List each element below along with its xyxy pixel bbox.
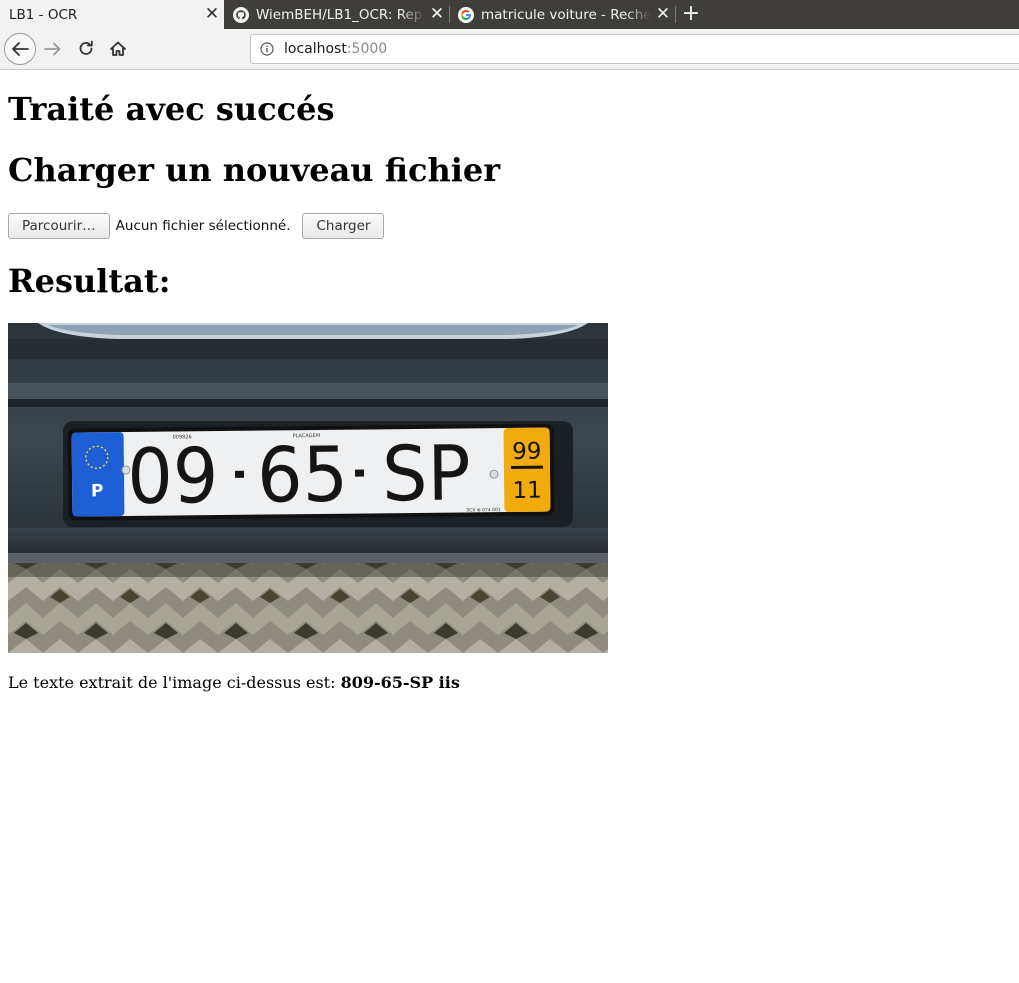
github-icon <box>233 6 249 23</box>
license-plate-image: P 009826 PLACAGEM 09 65 SP 99 11 SCV ⊕ 0… <box>8 323 608 653</box>
plate-year-top: 99 <box>512 439 542 465</box>
upload-heading: Charger un nouveau fichier <box>8 151 501 189</box>
tab-separator <box>675 6 676 23</box>
close-tab-icon[interactable]: ✕ <box>200 0 224 29</box>
reload-icon[interactable] <box>75 38 97 60</box>
result-heading: Resultat: <box>8 262 171 300</box>
plate-separator <box>234 470 245 478</box>
plate-letters: SP <box>382 430 471 519</box>
plate-country-code: P <box>91 481 104 501</box>
result-prefix: Le texte extrait de l'image ci-dessus es… <box>8 673 341 692</box>
forward-button[interactable] <box>42 39 64 59</box>
extracted-plate-text: 809-65-SP iis <box>340 673 460 692</box>
page-content: Traité avec succés Charger un nouveau fi… <box>8 70 1019 983</box>
close-tab-icon[interactable]: ✕ <box>425 0 449 29</box>
tab-title: matricule voiture - Reche <box>481 6 651 23</box>
tab-lb1-ocr[interactable]: LB1 - OCR ✕ <box>0 0 224 29</box>
plate-digits-mid: 65 <box>257 432 349 521</box>
tab-github[interactable]: WiemBEH/LB1_OCR: Rep ✕ <box>224 0 449 29</box>
url-bar[interactable]: localhost:5000 <box>250 34 1019 64</box>
google-icon <box>458 6 474 23</box>
tab-title: LB1 - OCR <box>9 6 78 23</box>
navigation-toolbar: localhost:5000 <box>0 29 1019 70</box>
plate-year-bottom: 11 <box>512 478 542 504</box>
tab-google-search[interactable]: matricule voiture - Reche ✕ <box>449 0 675 29</box>
url-port: :5000 <box>346 41 388 57</box>
plate-separator <box>354 469 365 477</box>
close-tab-icon[interactable]: ✕ <box>651 0 675 29</box>
eu-band <box>71 432 125 517</box>
tab-bar: LB1 - OCR ✕ WiemBEH/LB1_OCR: Rep ✕ matri… <box>0 0 1019 29</box>
browse-button[interactable]: Parcourir… <box>8 213 110 239</box>
upload-button[interactable]: Charger <box>302 213 385 239</box>
url-host: localhost <box>284 41 347 57</box>
home-icon[interactable] <box>107 38 129 60</box>
result-text: Le texte extrait de l'image ci-dessus es… <box>8 673 460 692</box>
new-tab-button[interactable]: + <box>678 0 704 29</box>
plate-digits-left: 09 <box>127 433 219 522</box>
file-status-label: Aucun fichier sélectionné. <box>115 218 291 234</box>
status-heading: Traité avec succés <box>8 90 335 128</box>
upload-form: Parcourir… Aucun fichier sélectionné. Ch… <box>8 213 385 239</box>
plate-footer-code: SCV ⊕ 074 001 <box>466 507 501 513</box>
info-icon[interactable] <box>260 42 274 56</box>
tab-title: WiemBEH/LB1_OCR: Rep <box>256 6 423 23</box>
back-button[interactable] <box>3 32 37 66</box>
